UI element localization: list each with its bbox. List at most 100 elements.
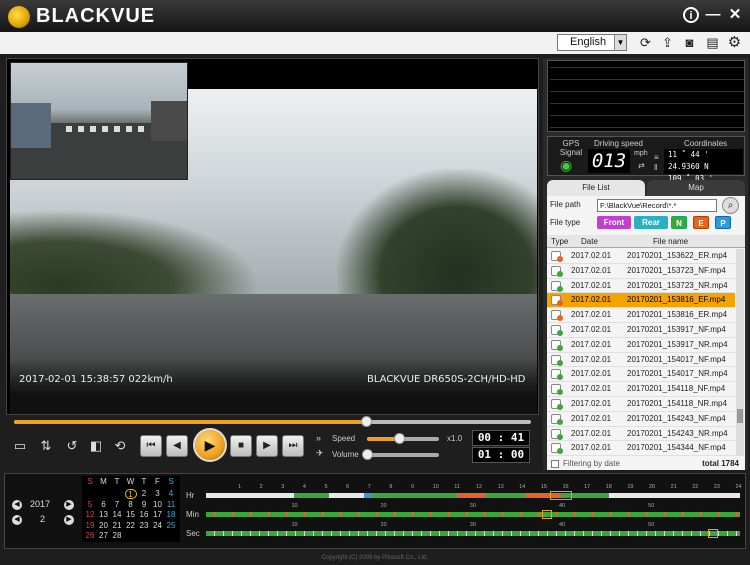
calendar-day[interactable]: 17 bbox=[152, 510, 164, 520]
timeline-tick: 50 bbox=[648, 503, 655, 509]
flip-icon[interactable]: ⇅ bbox=[36, 438, 56, 456]
file-row[interactable]: 2017.02.01 20170201_153723_NR.mp4 bbox=[547, 279, 735, 294]
calendar-day[interactable]: 25 bbox=[165, 521, 177, 531]
calendar-day[interactable]: 23 bbox=[138, 521, 150, 531]
calendar-day[interactable]: 27 bbox=[98, 531, 110, 541]
calendar-day[interactable]: 22 bbox=[125, 521, 137, 531]
tab-file-list[interactable]: File List bbox=[547, 180, 645, 196]
month-prev-button[interactable]: ◀ bbox=[12, 515, 22, 525]
file-row[interactable]: 2017.02.01 20170201_154118_NR.mp4 bbox=[547, 397, 735, 412]
file-name: 20170201_154243_NF.mp4 bbox=[627, 413, 726, 423]
month-next-button[interactable]: ▶ bbox=[64, 515, 74, 525]
minimize-icon[interactable]: — bbox=[704, 6, 722, 24]
calendar-day[interactable]: 5 bbox=[84, 500, 96, 510]
calendar-day[interactable]: 19 bbox=[84, 521, 96, 531]
close-icon[interactable]: ✕ bbox=[726, 6, 744, 24]
file-row[interactable]: 2017.02.01 20170201_153723_NF.mp4 bbox=[547, 264, 735, 279]
info-icon[interactable]: i bbox=[683, 7, 699, 23]
search-icon[interactable]: ⌕ bbox=[722, 197, 739, 214]
file-row[interactable]: 2017.02.01 20170201_153816_ER.mp4 bbox=[547, 308, 735, 323]
timeline-selection-marker[interactable] bbox=[542, 510, 553, 519]
calendar-day[interactable]: 10 bbox=[152, 500, 164, 510]
calendar-day[interactable]: 16 bbox=[138, 510, 150, 520]
file-row[interactable]: 2017.02.01 20170201_153622_ER.mp4 bbox=[547, 249, 735, 264]
gear-icon[interactable]: ⚙ bbox=[726, 34, 743, 51]
calendar-day[interactable]: 11 bbox=[165, 500, 177, 510]
rear-camera-pip[interactable] bbox=[10, 62, 188, 180]
file-row[interactable]: 2017.02.01 20170201_153917_NR.mp4 bbox=[547, 338, 735, 353]
column-type[interactable]: Type bbox=[551, 237, 568, 246]
rotate-icon[interactable]: ↺ bbox=[62, 438, 82, 456]
calendar-day[interactable]: 15 bbox=[125, 510, 137, 520]
skip-next-button[interactable]: ⏭ bbox=[282, 435, 304, 457]
calendar-day[interactable]: 24 bbox=[152, 521, 164, 531]
filter-by-date-checkbox[interactable] bbox=[551, 460, 559, 468]
screen-icon[interactable]: ▭ bbox=[10, 438, 30, 456]
calendar-day[interactable]: 8 bbox=[125, 500, 137, 510]
filter-rear-button[interactable]: Rear bbox=[634, 216, 668, 229]
calendar-day[interactable]: 6 bbox=[98, 500, 110, 510]
calendar-day[interactable]: 21 bbox=[111, 521, 123, 531]
calendar-day[interactable]: 9 bbox=[138, 500, 150, 510]
pip-toggle-icon[interactable]: ◧ bbox=[86, 438, 106, 456]
filter-parking-button[interactable]: P bbox=[715, 216, 731, 229]
print-icon[interactable]: ▤ bbox=[704, 34, 721, 51]
filter-normal-button[interactable]: N bbox=[671, 216, 687, 229]
file-row[interactable]: 2017.02.01 20170201_154243_NR.mp4 bbox=[547, 427, 735, 442]
file-row[interactable]: 2017.02.01 20170201_154017_NR.mp4 bbox=[547, 367, 735, 383]
calendar-day[interactable]: 28 bbox=[111, 531, 123, 541]
column-date[interactable]: Date bbox=[581, 237, 598, 246]
skip-previous-button[interactable]: ⏮ bbox=[140, 435, 162, 457]
year-prev-button[interactable]: ◀ bbox=[12, 500, 22, 510]
volume-handle[interactable] bbox=[362, 449, 373, 460]
calendar-day[interactable]: 20 bbox=[98, 521, 110, 531]
timeline-selection-marker[interactable] bbox=[707, 529, 718, 538]
step-back-button[interactable]: ◀ bbox=[166, 435, 188, 457]
file-row[interactable]: 2017.02.01 20170201_154017_NF.mp4 bbox=[547, 353, 735, 368]
calendar-day[interactable]: 1 bbox=[124, 489, 137, 499]
file-row[interactable]: 2017.02.01 20170201_153917_NF.mp4 bbox=[547, 323, 735, 338]
seek-bar[interactable] bbox=[14, 416, 531, 427]
tab-map[interactable]: Map bbox=[647, 180, 745, 196]
file-row[interactable]: 2017.02.01 20170201_154344_NF.mp4 bbox=[547, 441, 735, 456]
column-file-name[interactable]: File name bbox=[653, 237, 688, 246]
file-row[interactable]: 2017.02.01 20170201_154118_NF.mp4 bbox=[547, 382, 735, 397]
video-player[interactable]: 2017-02-01 15:38:57 022km/h BLACKVUE DR6… bbox=[6, 58, 539, 415]
file-row[interactable]: 2017.02.01 20170201_153816_EF.mp4 bbox=[547, 293, 735, 309]
stop-button[interactable]: ■ bbox=[230, 435, 252, 457]
calendar-day[interactable]: 26 bbox=[84, 531, 96, 541]
file-row[interactable]: 2017.02.01 20170201_154243_NF.mp4 bbox=[547, 412, 735, 427]
calendar-day[interactable]: 2 bbox=[138, 489, 150, 499]
speed-handle[interactable] bbox=[394, 433, 406, 444]
calendar-day[interactable]: 14 bbox=[111, 510, 123, 520]
scrollbar[interactable] bbox=[736, 249, 744, 456]
unit-toggle-icon[interactable]: ⇄ bbox=[638, 161, 645, 170]
refresh-icon[interactable]: ⟳ bbox=[637, 34, 654, 51]
minute-timeline[interactable] bbox=[206, 510, 740, 519]
timeline-selection-marker[interactable] bbox=[550, 491, 572, 500]
hour-timeline[interactable] bbox=[206, 491, 740, 500]
calendar-day[interactable]: 7 bbox=[111, 500, 123, 510]
scrollbar-thumb[interactable] bbox=[737, 409, 743, 423]
step-forward-button[interactable]: ▶ bbox=[256, 435, 278, 457]
swap-icon[interactable]: ⟲ bbox=[110, 438, 130, 456]
file-path-input[interactable]: F:\BlackVue\Record\*.* bbox=[597, 199, 717, 212]
calendar-day[interactable]: 4 bbox=[165, 489, 177, 499]
calendar-day[interactable]: 3 bbox=[152, 489, 164, 499]
speed-slider[interactable] bbox=[367, 433, 439, 444]
filter-event-button[interactable]: E bbox=[693, 216, 709, 229]
calendar-day[interactable]: 12 bbox=[84, 510, 96, 520]
second-timeline[interactable] bbox=[206, 529, 740, 538]
camera-icon[interactable]: ◙ bbox=[681, 34, 698, 51]
play-button[interactable]: ▶ bbox=[193, 428, 227, 462]
seek-handle[interactable] bbox=[360, 416, 372, 427]
upload-icon[interactable]: ⇪ bbox=[659, 34, 676, 51]
filter-front-button[interactable]: Front bbox=[597, 216, 631, 229]
volume-slider[interactable] bbox=[362, 449, 439, 460]
calendar-day[interactable]: 18 bbox=[165, 510, 177, 520]
normal-badge-icon bbox=[557, 403, 563, 410]
year-next-button[interactable]: ▶ bbox=[64, 500, 74, 510]
language-select[interactable]: English ▼ bbox=[557, 34, 627, 51]
calendar-day[interactable]: 13 bbox=[98, 510, 110, 520]
file-list: 2017.02.01 20170201_153622_ER.mp4 2017.02.… bbox=[547, 249, 735, 456]
